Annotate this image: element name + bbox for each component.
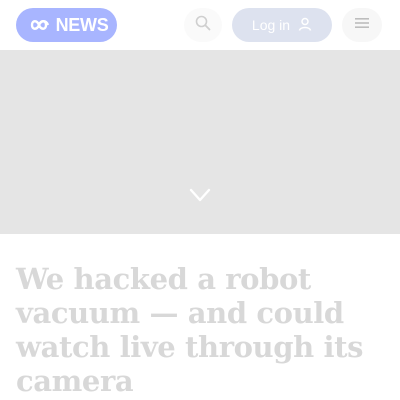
logo-text: NEWS — [55, 14, 109, 35]
menu-button[interactable] — [342, 8, 382, 42]
abc-logo-icon — [27, 18, 53, 32]
login-label: Log in — [251, 17, 291, 33]
search-icon — [195, 15, 211, 36]
hamburger-menu-icon — [355, 16, 369, 34]
user-icon — [298, 17, 312, 34]
login-button[interactable]: Log in — [232, 8, 332, 42]
search-button[interactable] — [184, 8, 222, 42]
site-header: NEWS Log in — [0, 0, 400, 50]
hero-image-placeholder — [0, 50, 400, 234]
article-headline: We hacked a robot vacuum — and could wat… — [16, 262, 364, 398]
abc-news-logo[interactable]: NEWS — [16, 8, 117, 42]
chevron-down-icon[interactable] — [189, 188, 211, 207]
